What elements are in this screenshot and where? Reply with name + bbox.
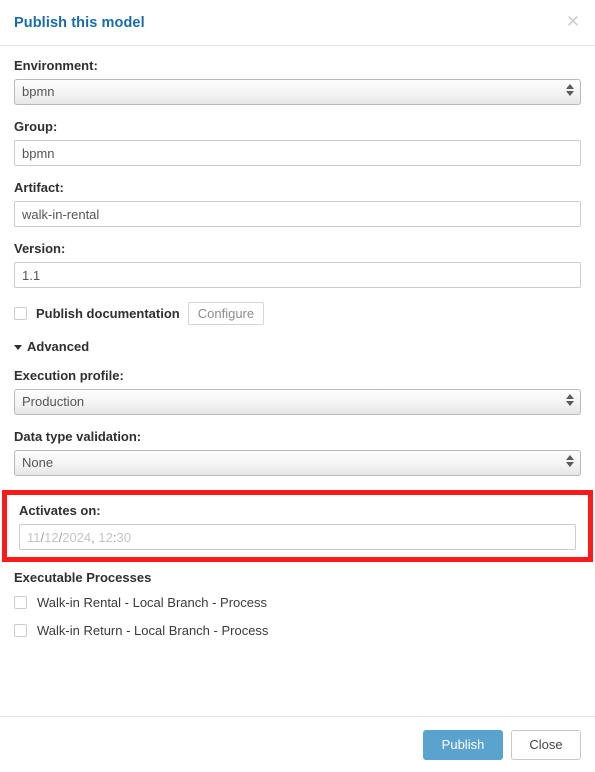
process-label-1: Walk-in Return - Local Branch - Process [37,623,269,638]
field-artifact: Artifact: [14,180,581,227]
field-group: Group: [14,119,581,166]
publish-button[interactable]: Publish [423,730,503,760]
data-type-validation-select[interactable]: None [14,450,581,476]
execution-profile-select[interactable]: Production [14,389,581,415]
environment-label: Environment: [14,58,98,73]
advanced-label: Advanced [27,339,90,354]
list-item: Walk-in Rental - Local Branch - Process [14,595,581,610]
executable-processes-title: Executable Processes [14,570,152,585]
field-data-type-validation: Data type validation: None [14,429,581,476]
publish-documentation-row: Publish documentation Configure [14,302,581,325]
advanced-toggle[interactable]: Advanced [14,339,89,354]
publish-documentation-label: Publish documentation [36,306,180,321]
field-activates-on: Activates on: 11/12/2024, 12:30 [19,503,576,550]
version-label: Version: [14,241,66,256]
activates-on-datetime-input[interactable]: 11/12/2024, 12:30 [19,524,576,550]
caret-down-icon [14,344,22,350]
artifact-input[interactable] [14,201,581,227]
close-button[interactable]: Close [511,730,581,760]
process-checkbox-1[interactable] [14,624,27,637]
publish-model-dialog: Publish this model ✕ Environment: bpmn G… [0,0,595,772]
group-label: Group: [14,119,58,134]
process-label-0: Walk-in Rental - Local Branch - Process [37,595,267,610]
activates-on-label: Activates on: [19,503,101,518]
version-input[interactable] [14,262,581,288]
dialog-footer: Publish Close [0,716,595,772]
dialog-header: Publish this model ✕ [0,0,595,46]
publish-documentation-checkbox[interactable] [14,307,27,320]
environment-select[interactable]: bpmn [14,79,581,105]
data-type-validation-label: Data type validation: [14,429,142,444]
environment-select-wrap: bpmn [14,79,581,105]
datetime-day: 11 [27,530,41,545]
field-environment: Environment: bpmn [14,58,581,105]
artifact-label: Artifact: [14,180,64,195]
datetime-minute: 30 [116,530,131,545]
data-type-validation-select-wrap: None [14,450,581,476]
group-input[interactable] [14,140,581,166]
configure-button[interactable]: Configure [187,302,265,325]
page-title: Publish this model [14,14,145,31]
datetime-hour: 12 [98,530,113,545]
execution-profile-label: Execution profile: [14,368,124,383]
execution-profile-select-wrap: Production [14,389,581,415]
field-execution-profile: Execution profile: Production [14,368,581,415]
activates-on-highlight: Activates on: 11/12/2024, 12:30 [2,490,593,562]
process-checkbox-0[interactable] [14,596,27,609]
datetime-year: 2024 [62,530,92,545]
list-item: Walk-in Return - Local Branch - Process [14,623,581,638]
field-version: Version: [14,241,581,288]
dialog-body: Environment: bpmn Group: Artifact: Versi… [0,46,595,716]
datetime-month: 12 [44,530,59,545]
close-icon[interactable]: ✕ [563,12,583,32]
